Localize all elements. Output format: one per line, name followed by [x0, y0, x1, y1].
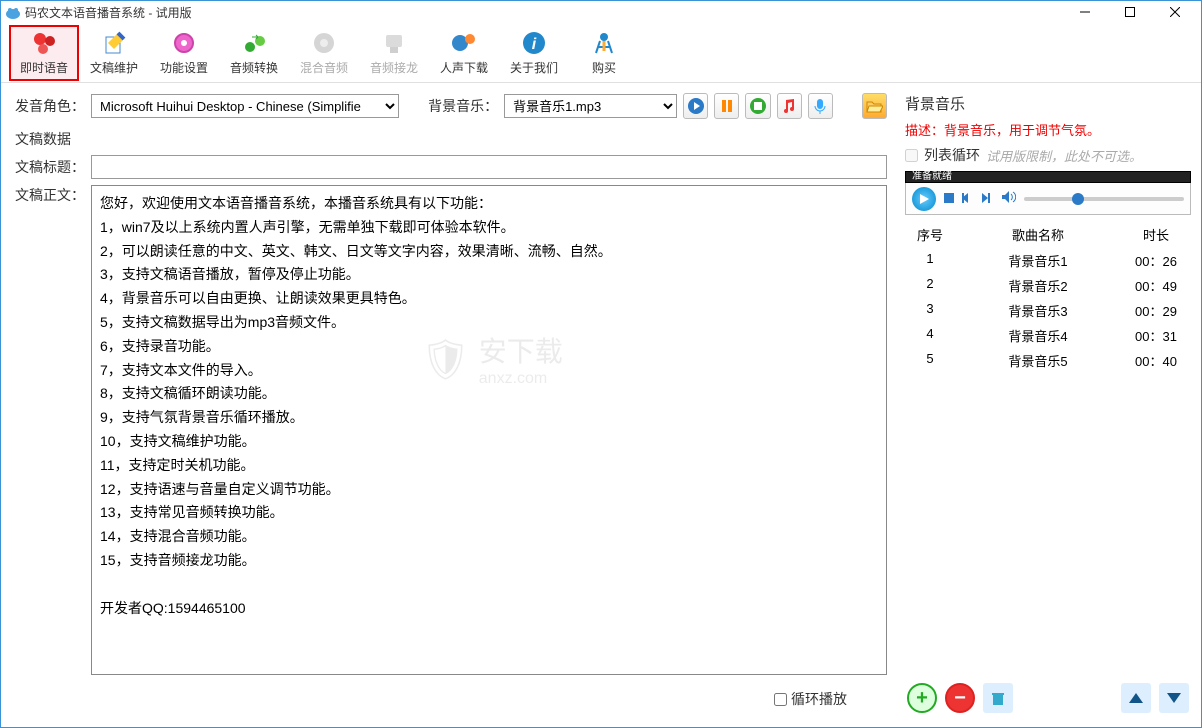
voice-select[interactable]: Microsoft Huihui Desktop - Chinese (Simp… [91, 94, 399, 118]
player: 准备就绪 [905, 171, 1191, 215]
track-row[interactable]: 3背景音乐300：29 [905, 298, 1191, 323]
open-file-button[interactable] [862, 93, 887, 119]
data-header: 文稿数据 [15, 129, 887, 149]
bgm-panel-title: 背景音乐 [905, 93, 1191, 114]
app-window: 码农文本语音播音系统 - 试用版 即时语音 文稿维护 功能设置 音频转换 混合音… [0, 0, 1202, 728]
tab-label: 关于我们 [510, 59, 558, 76]
content-area: 发音角色： Microsoft Huihui Desktop - Chinese… [1, 83, 1201, 727]
minimize-button[interactable] [1062, 1, 1107, 23]
body-textarea[interactable]: 您好，欢迎使用文本语音播音系统，本播音系统具有以下功能： 1，win7及以上系统… [91, 185, 887, 675]
track-row[interactable]: 1背景音乐100：26 [905, 248, 1191, 273]
stop-button[interactable] [745, 93, 770, 119]
title-label: 文稿标题： [15, 157, 85, 177]
tab-audio-chain[interactable]: 音频接龙 [359, 25, 429, 81]
list-loop-hint: 试用版限制，此处不可选。 [986, 146, 1142, 165]
tab-document-maintain[interactable]: 文稿维护 [79, 25, 149, 81]
tab-label: 音频接龙 [370, 59, 418, 76]
clear-tracks-button[interactable] [983, 683, 1013, 713]
mic-button[interactable] [808, 93, 833, 119]
list-loop-checkbox [905, 149, 918, 162]
player-progress-bar[interactable]: 准备就绪 [905, 171, 1191, 183]
right-footer: + − [905, 679, 1191, 717]
gear-icon [170, 29, 198, 57]
track-header: 序号 歌曲名称 时长 [905, 221, 1191, 248]
tab-settings[interactable]: 功能设置 [149, 25, 219, 81]
move-down-button[interactable] [1159, 683, 1189, 713]
title-input[interactable] [91, 155, 887, 179]
app-icon [5, 4, 21, 20]
player-controls [905, 183, 1191, 215]
list-loop-label: 列表循环 [924, 145, 980, 165]
tab-label: 人声下载 [440, 59, 488, 76]
bgm-panel-desc: 描述：背景音乐，用于调节气氛。 [905, 120, 1191, 139]
window-title: 码农文本语音播音系统 - 试用版 [25, 4, 1062, 21]
track-row[interactable]: 2背景音乐200：49 [905, 273, 1191, 298]
voice-label: 发音角色： [15, 96, 85, 116]
col-duration: 时长 [1121, 225, 1191, 244]
tab-label: 文稿维护 [90, 59, 138, 76]
tab-about[interactable]: i 关于我们 [499, 25, 569, 81]
tab-buy[interactable]: 购买 [569, 25, 639, 81]
tab-mix-audio[interactable]: 混合音频 [289, 25, 359, 81]
left-panel: 发音角色： Microsoft Huihui Desktop - Chinese… [1, 83, 901, 727]
window-controls [1062, 1, 1197, 23]
track-row[interactable]: 5背景音乐500：40 [905, 348, 1191, 373]
player-next-button[interactable] [982, 192, 994, 206]
music-note-button[interactable] [777, 93, 802, 119]
main-toolbar: 即时语音 文稿维护 功能设置 音频转换 混合音频 音频接龙 人声下载 i 关于我 [1, 23, 1201, 83]
tab-voice-download[interactable]: 人声下载 [429, 25, 499, 81]
tab-label: 功能设置 [160, 59, 208, 76]
info-icon: i [520, 29, 548, 57]
tab-realtime-voice[interactable]: 即时语音 [9, 25, 79, 81]
gears-icon [30, 29, 58, 57]
player-status-text: 准备就绪 [912, 172, 952, 182]
move-up-button[interactable] [1121, 683, 1151, 713]
download-icon [450, 29, 478, 57]
tab-label: 混合音频 [300, 59, 348, 76]
body-label: 文稿正文： [15, 185, 85, 205]
bgm-select[interactable]: 背景音乐1.mp3 [504, 94, 677, 118]
track-row[interactable]: 4背景音乐400：31 [905, 323, 1191, 348]
loop-play-checkbox[interactable] [774, 693, 787, 706]
list-loop-row: 列表循环 试用版限制，此处不可选。 [905, 145, 1191, 165]
svg-text:i: i [532, 36, 537, 53]
right-panel: 背景音乐 描述：背景音乐，用于调节气氛。 列表循环 试用版限制，此处不可选。 准… [901, 83, 1201, 727]
col-name: 歌曲名称 [955, 225, 1121, 244]
titlebar: 码农文本语音播音系统 - 试用版 [1, 1, 1201, 23]
tab-label: 音频转换 [230, 59, 278, 76]
data-section: 文稿数据 文稿标题： 文稿正文： 您好，欢迎使用文本语音播音系统，本播音系统具有… [15, 129, 887, 675]
col-number: 序号 [905, 225, 955, 244]
loop-play-row: 循环播放 [15, 685, 887, 717]
tab-audio-convert[interactable]: 音频转换 [219, 25, 289, 81]
loop-play-label: 循环播放 [791, 689, 847, 709]
remove-track-button[interactable]: − [945, 683, 975, 713]
voice-bgm-row: 发音角色： Microsoft Huihui Desktop - Chinese… [15, 93, 887, 119]
edit-doc-icon [100, 29, 128, 57]
buy-icon [590, 29, 618, 57]
volume-slider[interactable] [1024, 197, 1184, 201]
play-button[interactable] [683, 93, 708, 119]
add-track-button[interactable]: + [907, 683, 937, 713]
close-button[interactable] [1152, 1, 1197, 23]
mix-icon [310, 29, 338, 57]
convert-icon [240, 29, 268, 57]
maximize-button[interactable] [1107, 1, 1152, 23]
player-volume-icon[interactable] [1002, 191, 1016, 206]
tab-label: 购买 [592, 59, 616, 76]
bgm-label: 背景音乐： [428, 96, 498, 116]
tab-label: 即时语音 [20, 59, 68, 76]
chain-icon [380, 29, 408, 57]
player-play-button[interactable] [912, 187, 936, 211]
pause-button[interactable] [714, 93, 739, 119]
player-stop-button[interactable] [944, 192, 954, 206]
player-prev-button[interactable] [962, 192, 974, 206]
track-table: 序号 歌曲名称 时长 1背景音乐100：26 2背景音乐200：49 3背景音乐… [905, 221, 1191, 673]
